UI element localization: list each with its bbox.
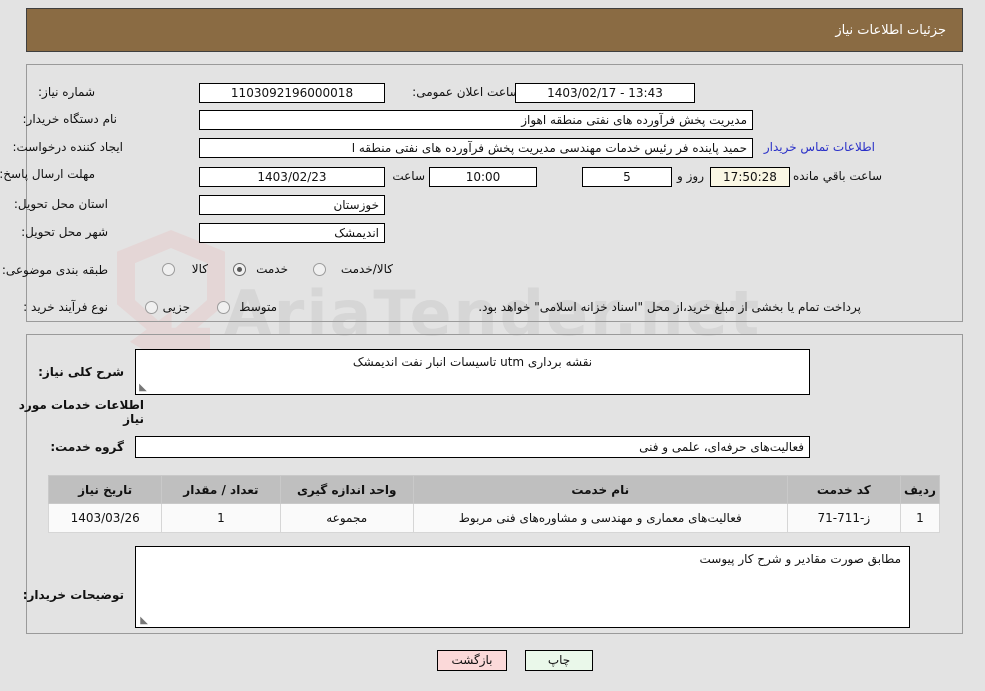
category-label: طبقه بندی موضوعی: [1, 263, 108, 277]
page-title: جزئیات اطلاعات نیاز [835, 22, 946, 38]
resize-grip-icon-2[interactable]: ◣ [138, 616, 148, 626]
category-radio-khedmat[interactable] [233, 263, 246, 276]
process-label-motavaset: متوسط [239, 300, 277, 314]
page-title-bar: جزئیات اطلاعات نیاز [26, 8, 963, 52]
countdown-label: ساعت باقي مانده [792, 169, 882, 183]
hour-value: 10:00 [429, 167, 537, 187]
deadline-date-value: 1403/02/23 [199, 167, 385, 187]
col-name: نام خدمت [412, 475, 788, 504]
days-remaining-value: 5 [582, 167, 672, 187]
process-label-jozei: جزیی [162, 300, 190, 314]
deadline-label: مهلت ارسال پاسخ: تا تاریخ: [0, 167, 95, 181]
cell-qty: 1 [161, 503, 281, 533]
cell-code: ز-711-71 [786, 503, 901, 533]
need-number-label: شماره نیاز: [38, 85, 95, 99]
resize-grip-icon[interactable]: ◣ [138, 383, 148, 393]
category-radio-kala-khedmat[interactable] [313, 263, 326, 276]
hour-label: ساعت [392, 169, 425, 183]
category-label-kala: کالا [191, 262, 208, 276]
cell-unit: مجموعه [279, 503, 414, 533]
general-description-textarea[interactable]: نقشه برداری utm تاسیسات انبار نفت اندیمش… [135, 349, 810, 395]
category-radio-kala[interactable] [162, 263, 175, 276]
general-description-label: شرح کلی نیاز: [38, 365, 124, 379]
table-header-row: ردیف کد خدمت نام خدمت واحد اندازه گیری ت… [47, 475, 941, 504]
process-label: نوع فرآیند خرید : [23, 300, 108, 314]
need-info-panel [26, 64, 963, 322]
print-button[interactable]: چاپ [525, 650, 593, 671]
buyer-org-label: نام دستگاه خریدار: [22, 112, 118, 126]
city-label: شهر محل تحویل: [21, 225, 108, 239]
category-label-kala-khedmat: کالا/خدمت [340, 262, 393, 276]
city-value: اندیمشک [199, 223, 385, 243]
cell-name: فعالیت‌های معماری و مهندسی و مشاوره‌های … [412, 503, 788, 533]
col-date: تاریخ نیاز [47, 475, 163, 504]
countdown-timer-value: 17:50:28 [710, 167, 790, 187]
province-label: استان محل تحویل: [13, 197, 108, 211]
services-table: ردیف کد خدمت نام خدمت واحد اندازه گیری ت… [47, 475, 941, 533]
province-value: خوزستان [199, 195, 385, 215]
col-qty: تعداد / مقدار [161, 475, 281, 504]
service-group-label: گروه خدمت: [50, 440, 124, 454]
service-group-value: فعالیت‌های حرفه‌ای، علمی و فنی [135, 436, 810, 458]
back-button[interactable]: بازگشت [437, 650, 507, 671]
buyer-notes-value: مطابق صورت مقادیر و شرح کار پیوست [699, 552, 901, 566]
col-row: ردیف [899, 475, 941, 504]
col-unit: واحد اندازه گیری [279, 475, 414, 504]
general-description-value: نقشه برداری utm تاسیسات انبار نفت اندیمش… [352, 355, 593, 369]
cell-date: 1403/03/26 [47, 503, 163, 533]
category-label-khedmat: خدمت [256, 262, 288, 276]
buyer-org-value: مدیریت پخش فرآورده های نفتی منطقه اهواز [199, 110, 753, 130]
col-code: کد خدمت [786, 475, 901, 504]
process-radio-jozei[interactable] [145, 301, 158, 314]
requester-value: حمید پاینده فر رئیس خدمات مهندسی مدیریت … [199, 138, 753, 158]
table-row: 1 ز-711-71 فعالیت‌های معماری و مهندسی و … [47, 503, 941, 533]
requester-label: ایجاد کننده درخواست: [12, 140, 123, 154]
cell-row: 1 [899, 503, 941, 533]
days-remaining-label: روز و [677, 169, 704, 183]
buyer-notes-textarea[interactable]: مطابق صورت مقادیر و شرح کار پیوست ◣ [135, 546, 910, 628]
announce-datetime-value: 13:43 - 1403/02/17 [515, 83, 695, 103]
need-number-value: 1103092196000018 [199, 83, 385, 103]
buyer-notes-label: توضیحات خریدار: [22, 588, 124, 602]
process-note: پرداخت تمام یا بخشی از مبلغ خرید،از محل … [478, 300, 861, 314]
services-section-heading: اطلاعات خدمات مورد نیاز [18, 398, 144, 426]
process-radio-motavaset[interactable] [217, 301, 230, 314]
buyer-contact-link[interactable]: اطلاعات تماس خریدار [764, 140, 875, 154]
